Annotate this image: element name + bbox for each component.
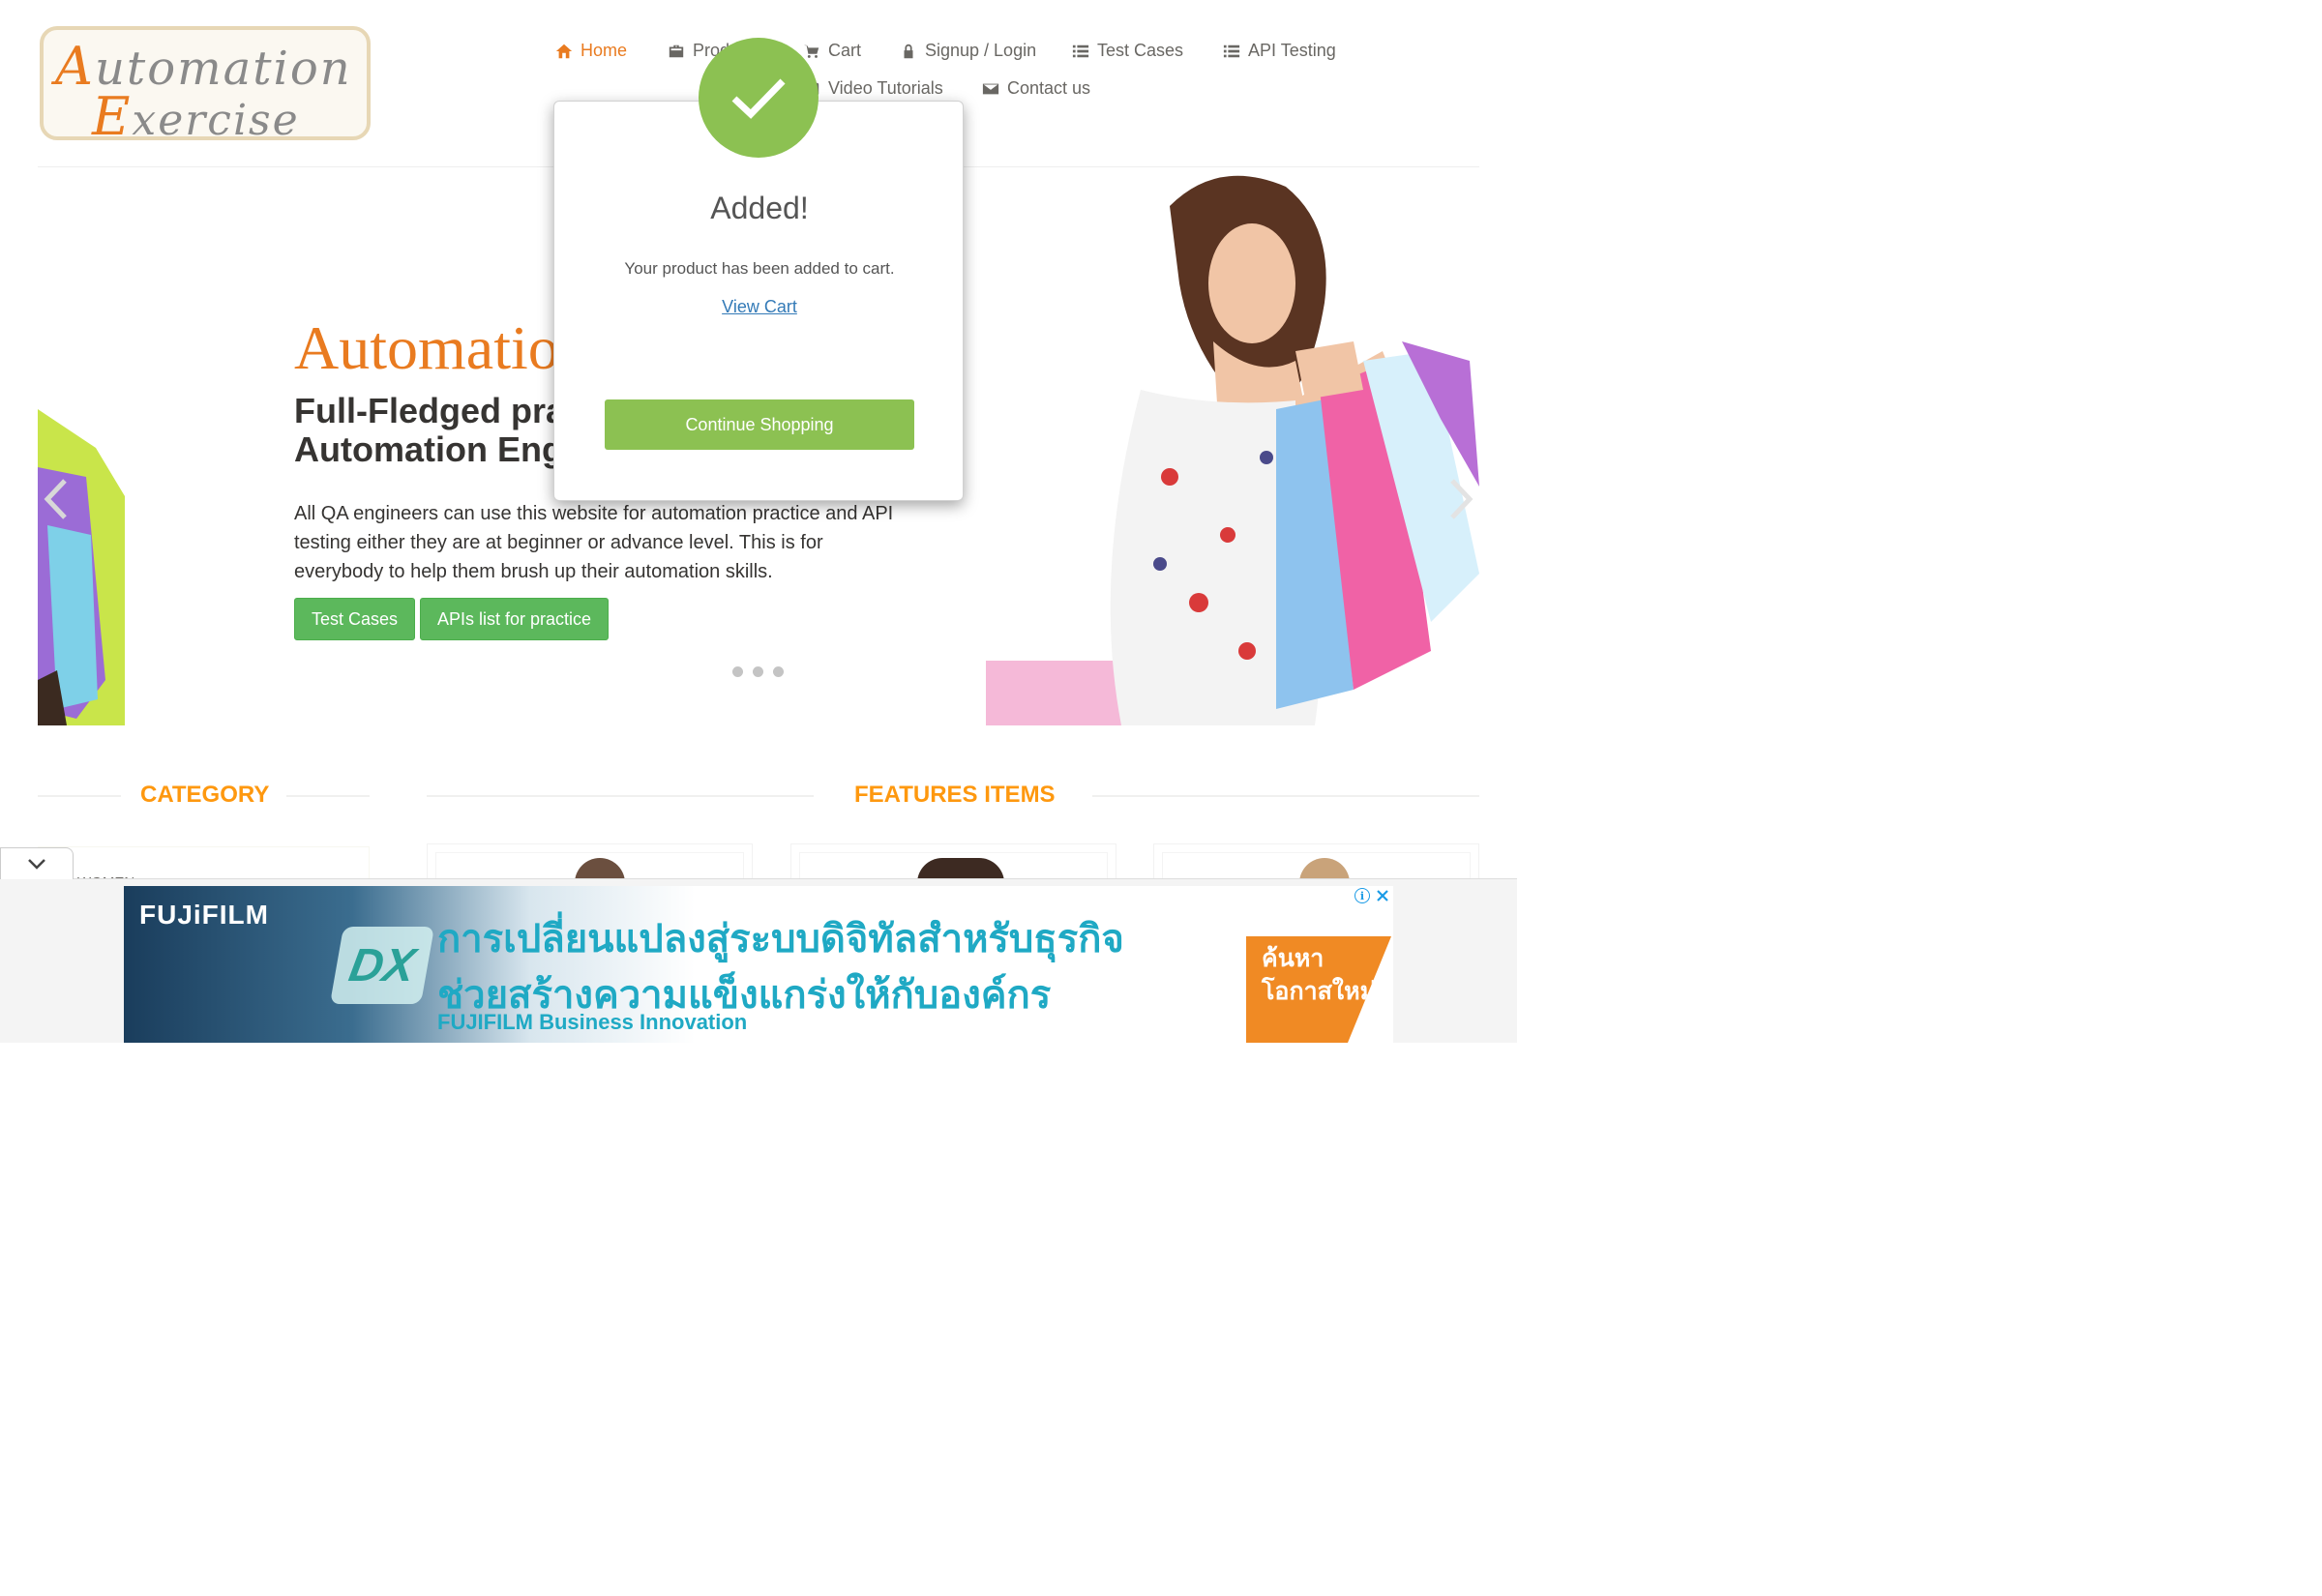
briefcase-icon [669, 44, 684, 57]
nav-home[interactable]: Home [555, 41, 627, 61]
checkmark-icon [731, 78, 786, 119]
hero-description: All QA engineers can use this website fo… [294, 503, 894, 582]
modal-title: Added! [710, 191, 809, 225]
category-heading: CATEGORY [140, 782, 270, 808]
ad-brand-logo: FUJiFILM [139, 900, 269, 930]
apis-list-button[interactable]: APIs list for practice [420, 598, 609, 640]
nav-contact-us[interactable]: Contact us [982, 78, 1090, 99]
nav-video-tutorials-label: Video Tutorials [828, 78, 943, 98]
nav-test-cases-label: Test Cases [1097, 41, 1184, 60]
added-to-cart-modal: Added! Your product has been added to ca… [553, 101, 964, 501]
nav-contact-us-label: Contact us [1007, 78, 1091, 98]
hero-woman-image [986, 175, 1479, 725]
ad-dx-badge: DX [329, 927, 435, 1004]
ad-close-icon[interactable] [1375, 888, 1390, 903]
logo-text-line2: Exercise [92, 86, 300, 140]
ad-cta-label: ค้นหาโอกาสใหม่ [1262, 945, 1377, 1005]
chevron-down-icon [28, 859, 45, 870]
nav-api-testing[interactable]: API Testing [1223, 41, 1336, 61]
features-title-rule [1092, 795, 1479, 797]
nav-home-label: Home [580, 41, 628, 60]
ad-sponsor-text: FUJIFILM Business Innovation [437, 1010, 748, 1034]
nav-cart[interactable]: Cart [803, 41, 861, 61]
carousel-dot[interactable] [773, 666, 784, 677]
ad-cta-button[interactable]: ค้นหาโอกาสใหม่ [1246, 936, 1391, 1043]
nav-video-tutorials[interactable]: Video Tutorials [803, 78, 943, 99]
ad-info-icon[interactable]: i [1354, 888, 1370, 903]
carousel-next-icon[interactable] [1446, 477, 1475, 521]
cart-icon [803, 44, 819, 58]
ad-headline-1: การเปลี่ยนแปลงสู่ระบบดิจิทัลสำหรับธุรกิจ [437, 918, 1124, 961]
carousel-indicators [732, 666, 784, 677]
lock-icon [904, 44, 913, 58]
continue-shopping-button[interactable]: Continue Shopping [605, 399, 914, 450]
nav-test-cases[interactable]: Test Cases [1072, 41, 1183, 61]
list-icon [1223, 44, 1240, 57]
nav-signup-login[interactable]: Signup / Login [900, 41, 1036, 61]
list-icon [1072, 44, 1089, 57]
ad-banner[interactable]: FUJiFILM DX การเปลี่ยนแปลงสู่ระบบดิจิทัล… [124, 886, 1393, 1043]
shopping-bags-image [38, 409, 125, 725]
carousel-dot[interactable] [732, 666, 743, 677]
modal-link-wrap: View Cart [554, 297, 965, 317]
nav-signup-login-label: Signup / Login [925, 41, 1037, 60]
site-logo[interactable]: Automation Exercise [40, 26, 371, 140]
features-title-rule [427, 795, 814, 797]
features-heading: FEATURES ITEMS [854, 782, 1056, 808]
nav-cart-label: Cart [828, 41, 862, 60]
nav-api-testing-label: API Testing [1248, 41, 1336, 60]
ad-collapse-button[interactable] [0, 847, 74, 879]
view-cart-link[interactable]: View Cart [722, 297, 797, 316]
test-cases-button[interactable]: Test Cases [294, 598, 415, 640]
home-icon [555, 44, 573, 58]
category-title-rule [38, 795, 121, 797]
carousel-dot[interactable] [753, 666, 763, 677]
envelope-icon [982, 83, 999, 94]
category-title-rule [286, 795, 370, 797]
carousel-prev-icon[interactable] [42, 477, 71, 521]
modal-message: Your product has been added to cart. [624, 259, 895, 278]
success-check-icon [699, 38, 819, 158]
